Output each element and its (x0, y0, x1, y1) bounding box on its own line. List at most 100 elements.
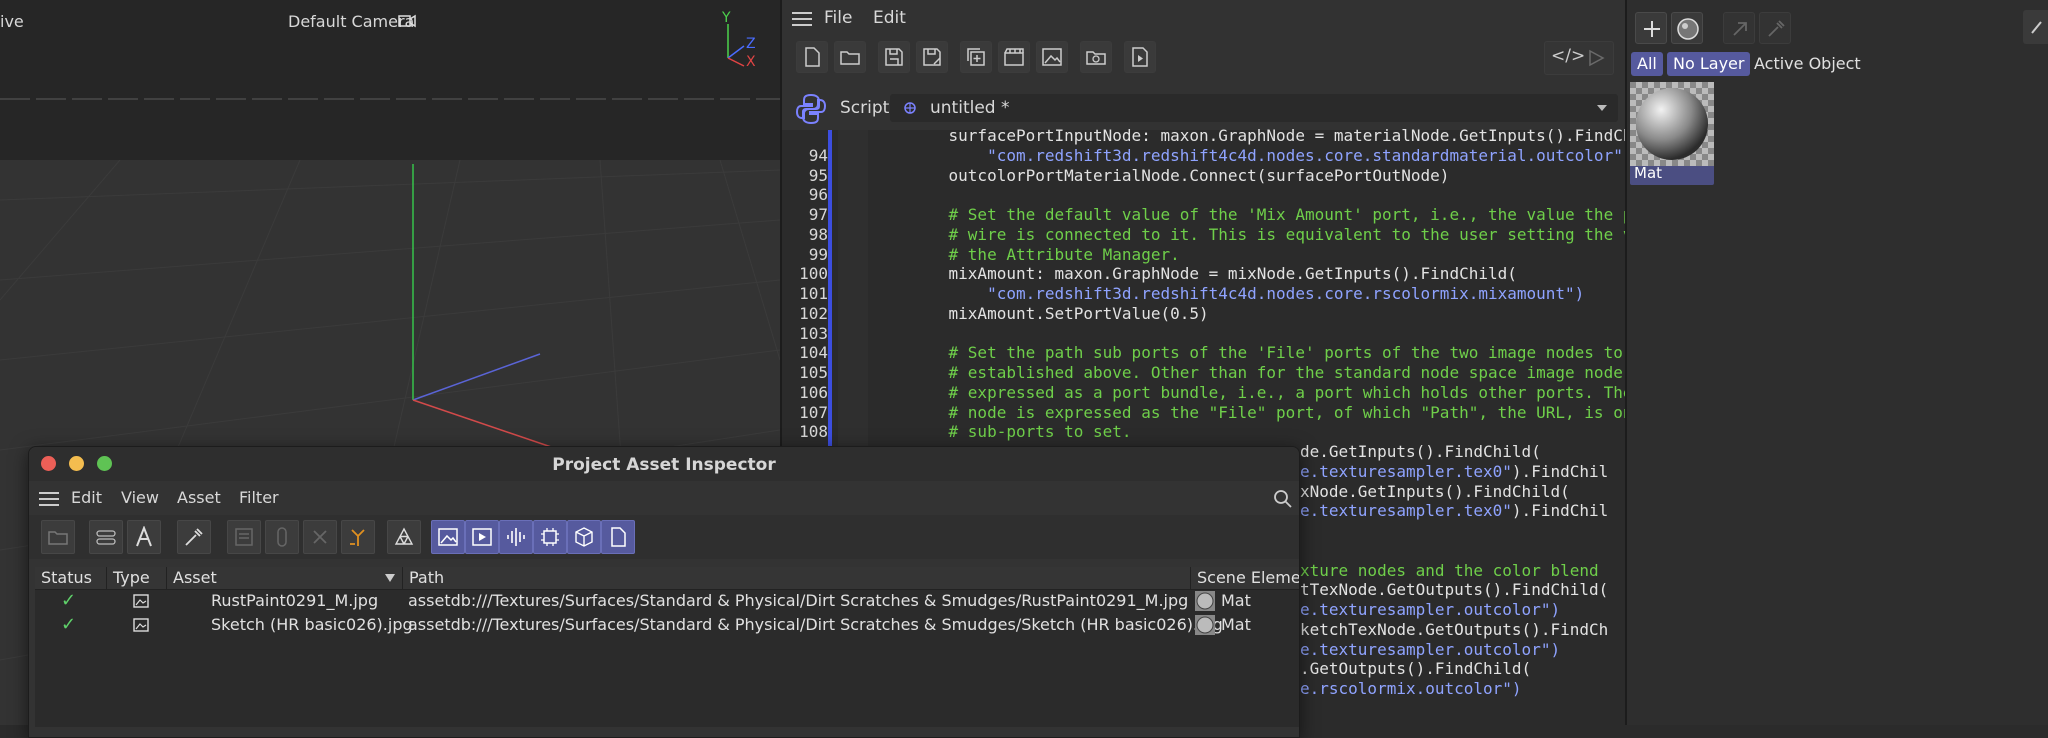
inspector-toolbar (29, 515, 1299, 559)
filter-images-button[interactable] (431, 520, 465, 554)
plus-icon (1644, 21, 1660, 37)
panel-overflow-button[interactable] (2023, 10, 2048, 44)
axis-z-label: Z (746, 36, 756, 52)
image-button[interactable] (1036, 41, 1068, 73)
new-script-button[interactable] (796, 41, 828, 73)
link-button[interactable] (265, 520, 299, 554)
code-line-tail: .GetOutputs().FindChild( (1300, 659, 1532, 679)
column-type[interactable]: Type (107, 567, 167, 589)
inspector-menu-filter[interactable]: Filter (239, 488, 279, 507)
link-icon (277, 527, 287, 547)
folder-search-icon (1086, 51, 1106, 65)
filter-video-button[interactable] (465, 520, 499, 554)
create-material-button[interactable] (1635, 12, 1667, 44)
toggle-icon (96, 530, 116, 545)
material-preview-icon (1195, 615, 1215, 635)
axis-gizmo (727, 24, 745, 67)
code-line-tail: e.texturesampler.tex0").FindChil (1300, 501, 1609, 521)
text-button[interactable] (127, 520, 161, 554)
toggle-button[interactable] (89, 520, 123, 554)
camera-label[interactable]: Default Camera (288, 12, 414, 31)
axis-x-label: X (746, 54, 756, 70)
filter-active-object[interactable]: Active Object (1748, 52, 1867, 76)
remove-button[interactable] (303, 520, 337, 554)
text-a-icon (136, 526, 152, 547)
filter-objects-button[interactable] (567, 520, 601, 554)
inspector-menu-view[interactable]: View (121, 488, 159, 507)
inspector-menu-asset[interactable]: Asset (177, 488, 221, 507)
window-titlebar[interactable]: Project Asset Inspector (29, 447, 1299, 481)
camera-icon[interactable] (398, 13, 416, 29)
code-line: mixAmount.SetPortValue(0.5) (910, 303, 1209, 323)
column-asset-label: Asset (173, 568, 217, 587)
python-icon (795, 93, 827, 125)
menu-file[interactable]: File (824, 8, 852, 28)
execute-button[interactable] (1124, 41, 1156, 73)
add-copy-icon (967, 48, 985, 66)
material-name: Mat (1634, 164, 1663, 182)
code-line: surfacePortInputNode: maxon.GraphNode = … (910, 126, 1671, 145)
code-line: # node is expressed as the "File" port, … (910, 402, 1652, 422)
eyedropper-icon (1768, 20, 1785, 37)
material-thumbnail[interactable]: Mat (1630, 82, 1714, 185)
clapper-button[interactable] (998, 41, 1030, 73)
arrow-tool-button[interactable] (1723, 12, 1755, 44)
hamburger-menu-icon[interactable] (792, 10, 812, 26)
locate-button[interactable] (41, 520, 75, 554)
code-line-tail: e.rscolormix.outcolor") (1300, 679, 1522, 698)
duplicate-button[interactable] (960, 41, 992, 73)
viewport-mode-label[interactable]: ive (0, 12, 24, 31)
filter-no-layer[interactable]: No Layer (1667, 52, 1751, 76)
column-path[interactable]: Path (403, 567, 1191, 589)
material-sphere-button[interactable] (1671, 12, 1703, 44)
audio-wave-icon (507, 528, 525, 546)
triangles-icon (394, 527, 414, 545)
material-preview-icon (1195, 591, 1215, 611)
save-as-icon (923, 48, 941, 66)
table-row[interactable]: ✓ RustPaint0291_M.jpg assetdb:///Textures/… (35, 589, 1299, 613)
editor-toggle-group: </> (1544, 41, 1614, 75)
code-line-tail: e.texturesampler.outcolor") (1300, 639, 1561, 659)
filter-audio-button[interactable] (499, 520, 533, 554)
code-line: # expressed as a port bundle, i.e., a po… (910, 382, 1662, 402)
image-type-icon (133, 618, 149, 632)
inspector-hamburger-icon[interactable] (39, 490, 59, 506)
browse-button[interactable] (1080, 41, 1112, 73)
code-line: outcolorPortMaterialNode.Connect(surface… (910, 165, 1450, 185)
open-script-button[interactable] (834, 41, 866, 73)
save-as-button[interactable] (916, 41, 948, 73)
code-line: # Set the path sub ports of the 'File' p… (910, 343, 1662, 363)
window-title: Project Asset Inspector (552, 455, 776, 475)
menu-edit[interactable]: Edit (873, 8, 906, 28)
list-button[interactable] (227, 520, 261, 554)
code-line-tail: e.texturesampler.tex0").FindChil (1300, 461, 1609, 481)
status-ok-icon: ✓ (61, 590, 77, 611)
filter-documents-button[interactable] (601, 520, 635, 554)
script-label: Script (840, 98, 890, 118)
material-sphere-icon (1677, 18, 1699, 40)
play-icon[interactable] (1587, 49, 1605, 67)
relocate-button[interactable] (341, 520, 375, 554)
triangles-button[interactable] (387, 520, 421, 554)
code-line-tail: tTexNode.GetOutputs().FindChild( (1300, 580, 1609, 600)
table-row[interactable]: ✓ Sketch (HR basic026).jpg assetdb:///Text… (35, 613, 1299, 637)
column-status[interactable]: Status (35, 567, 107, 589)
column-asset[interactable]: Asset (167, 567, 403, 589)
save-script-button[interactable] (878, 41, 910, 73)
script-select[interactable]: untitled * (890, 94, 1618, 122)
column-scene-elements[interactable]: Scene Elemen (1191, 567, 1299, 589)
chevron-down-icon (1597, 105, 1607, 111)
asset-path: assetdb:///Textures/Surfaces/Standard & … (408, 591, 1189, 610)
eyedropper-tool-button[interactable] (1759, 12, 1791, 44)
code-brackets-icon[interactable]: </> (1551, 46, 1585, 66)
filter-all[interactable]: All (1631, 52, 1663, 76)
filter-plugins-button[interactable] (533, 520, 567, 554)
code-line: "com.redshift3d.redshift4c4d.nodes.core.… (910, 284, 1585, 303)
picker-button[interactable] (177, 520, 211, 554)
code-line: "com.redshift3d.redshift4c4d.nodes.core.… (910, 145, 1633, 165)
eyedropper-icon (185, 528, 203, 546)
inspector-menu-edit[interactable]: Edit (71, 488, 102, 507)
search-icon[interactable] (1273, 489, 1293, 509)
code-line: # established above. Other than for the … (910, 363, 1662, 382)
run-script-icon (1132, 47, 1148, 67)
